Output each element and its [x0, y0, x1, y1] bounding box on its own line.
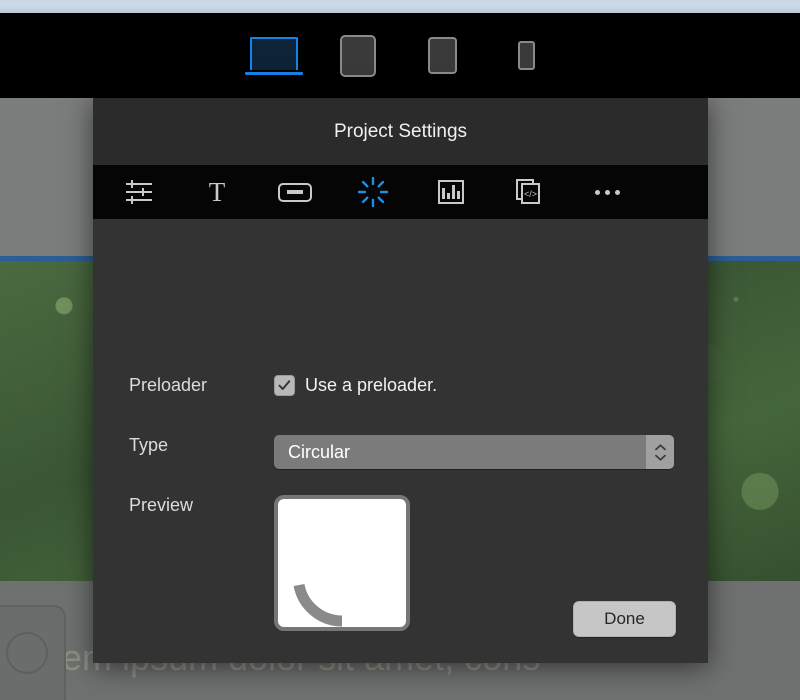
laptop-base-shape [245, 71, 303, 75]
row-preloader: Preloader Use a preloader. [129, 375, 437, 396]
type-label: Type [129, 435, 169, 455]
project-settings-dialog: Project Settings T </> Preloader Use a p… [93, 98, 708, 663]
tab-preloader[interactable] [349, 172, 397, 212]
laptop-screen-shape [250, 36, 298, 70]
ellipsis-icon [594, 189, 620, 195]
device-button-phone[interactable] [495, 28, 557, 84]
code-page-icon: </> [516, 179, 542, 205]
use-preloader-checkbox-group[interactable]: Use a preloader. [274, 375, 437, 396]
preloader-type-select[interactable]: Circular [274, 435, 674, 469]
checkmark-icon [278, 380, 291, 390]
tab-more[interactable] [583, 172, 631, 212]
dialog-footer: Done [93, 597, 708, 663]
tablet-portrait-icon [427, 37, 457, 74]
background-profile-card [0, 605, 66, 700]
chevron-down-icon [654, 454, 666, 461]
dialog-title: Project Settings [333, 120, 468, 142]
row-type: Type Circular [129, 435, 674, 469]
use-preloader-checkbox[interactable] [274, 375, 295, 396]
preloader-type-value: Circular [288, 441, 351, 462]
tab-stats[interactable] [427, 172, 475, 212]
select-stepper-arrows[interactable] [646, 435, 674, 469]
done-button[interactable]: Done [573, 601, 676, 637]
tablet-landscape-icon [340, 34, 376, 77]
tab-buttons[interactable] [271, 172, 319, 212]
avatar-placeholder-icon [6, 632, 48, 674]
bar-chart-icon [438, 180, 464, 204]
background-sky-strip [0, 0, 800, 13]
use-preloader-checkbox-label: Use a preloader. [305, 375, 438, 395]
device-button-desktop[interactable] [243, 28, 305, 84]
chevron-up-icon [654, 443, 666, 450]
phone-icon [517, 41, 535, 70]
button-icon [278, 182, 312, 202]
device-button-tablet-landscape[interactable] [327, 28, 389, 84]
dialog-header: Project Settings [93, 98, 708, 165]
text-icon: T [208, 176, 226, 207]
dialog-tab-toolbar: T </> [93, 165, 708, 219]
tab-code[interactable]: </> [505, 172, 553, 212]
sliders-icon [126, 180, 152, 204]
tab-text[interactable]: T [193, 172, 241, 212]
device-button-tablet-portrait[interactable] [411, 28, 473, 84]
spinner-icon [358, 177, 388, 207]
preloader-label: Preloader [129, 375, 208, 395]
laptop-icon [245, 36, 303, 75]
tab-general[interactable] [115, 172, 163, 212]
preview-label: Preview [129, 495, 194, 515]
device-preview-bar [0, 13, 800, 98]
